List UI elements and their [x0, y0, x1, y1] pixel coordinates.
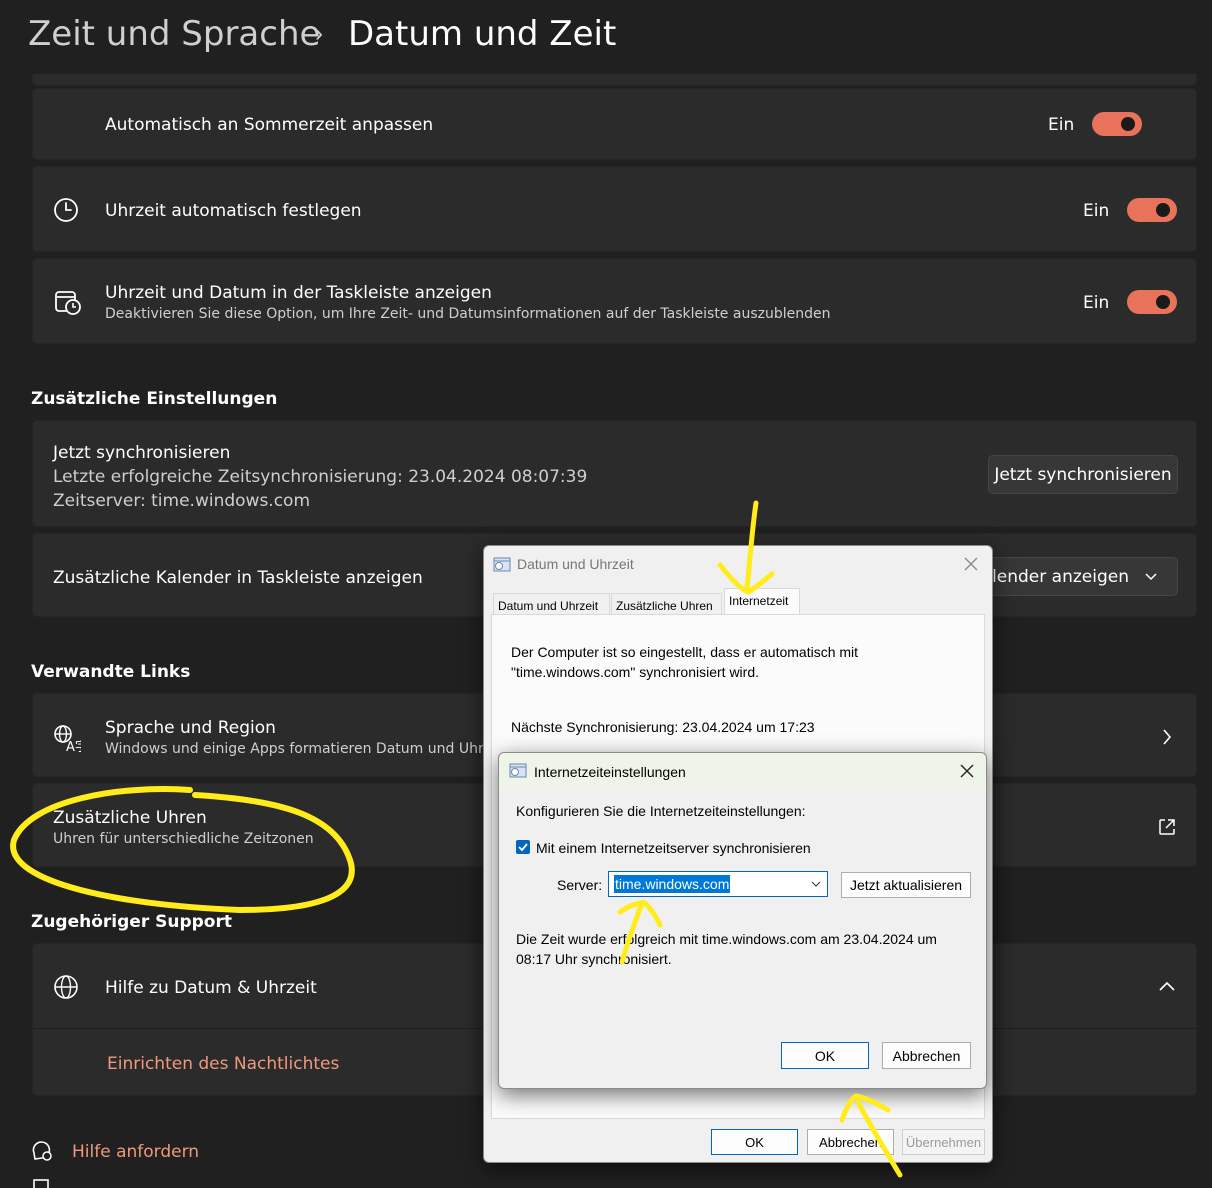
datetime-cancel-button[interactable]: Abbrechen	[807, 1129, 894, 1155]
dst-toggle[interactable]	[1092, 112, 1142, 136]
next-sync: Nächste Synchronisierung: 23.04.2024 um …	[511, 719, 815, 735]
auto-time-toggle[interactable]	[1127, 198, 1177, 222]
datetime-app-icon	[493, 557, 511, 572]
internet-time-app-icon	[509, 763, 527, 778]
sync-checkbox[interactable]	[516, 840, 530, 854]
support-heading: Zugehöriger Support	[31, 912, 232, 932]
breadcrumb-separator: ›	[315, 20, 323, 47]
result-line2: 08:17 Uhr synchronisiert.	[516, 951, 672, 967]
close-icon[interactable]	[960, 764, 974, 778]
svg-text:A字: A字	[66, 740, 81, 752]
sync-card: Jetzt synchronisieren Letzte erfolgreich…	[32, 420, 1197, 527]
result-line1: Die Zeit wurde erfolgreich mit time.wind…	[516, 931, 937, 947]
calendar-clock-icon	[55, 291, 81, 315]
tab-internet-time[interactable]: Internetzeit	[724, 588, 800, 616]
related-heading: Verwandte Links	[31, 662, 191, 682]
close-icon[interactable]	[964, 557, 978, 571]
sync-now-button[interactable]: Jetzt synchronisieren	[988, 455, 1178, 494]
taskbar-state: Ein	[1083, 293, 1110, 313]
clock-icon	[54, 198, 78, 222]
sync-title: Jetzt synchronisieren	[53, 443, 231, 463]
sync-info-line2: "time.windows.com" synchronisiert wird.	[511, 664, 760, 680]
taskbar-toggle[interactable]	[1127, 290, 1177, 314]
auto-time-state: Ein	[1083, 201, 1110, 221]
auto-time-title: Uhrzeit automatisch festlegen	[105, 201, 362, 221]
globe-icon	[54, 975, 78, 999]
chevron-right-icon	[1163, 729, 1172, 745]
datetime-apply-button[interactable]: Übernehmen	[902, 1129, 985, 1155]
page-title: Datum und Zeit	[348, 14, 617, 54]
help-person-icon	[32, 1141, 52, 1161]
taskbar-card: Uhrzeit und Datum in der Taskleiste anze…	[32, 258, 1197, 344]
language-subtitle: Windows und einige Apps formatieren Datu…	[105, 741, 492, 757]
taskbar-title: Uhrzeit und Datum in der Taskleiste anze…	[105, 283, 492, 303]
sync-info-line1: Der Computer ist so eingestellt, dass er…	[511, 644, 859, 660]
calendar-dropdown-label: Kalender anzeigen	[970, 566, 1129, 587]
tab-date-time[interactable]: Datum und Uhrzeit	[493, 593, 610, 615]
server-value: time.windows.com	[614, 875, 731, 893]
sync-checkbox-label: Mit einem Internetzeitserver synchronisi…	[536, 840, 811, 856]
internet-cancel-button[interactable]: Abbrechen	[882, 1042, 971, 1069]
night-light-link[interactable]: Einrichten des Nachtlichtes	[107, 1054, 339, 1074]
additional-heading: Zusätzliche Einstellungen	[31, 389, 278, 409]
calendar-title: Zusätzliche Kalender in Taskleiste anzei…	[53, 568, 423, 588]
server-combobox[interactable]: time.windows.com	[608, 871, 828, 897]
dst-card: Automatisch an Sommerzeit anpassen Ein	[32, 88, 1197, 160]
get-help-link[interactable]: Hilfe anfordern	[72, 1142, 199, 1162]
tab-additional-clocks[interactable]: Zusätzliche Uhren	[611, 593, 722, 615]
language-icon: A字	[54, 725, 81, 752]
config-intro: Konfigurieren Sie die Internetzeiteinste…	[516, 803, 806, 819]
help-title[interactable]: Hilfe zu Datum & Uhrzeit	[105, 978, 317, 998]
datetime-ok-button[interactable]: OK	[711, 1129, 798, 1155]
sync-last: Letzte erfolgreiche Zeitsynchronisierung…	[53, 467, 588, 487]
breadcrumb-parent[interactable]: Zeit und Sprache	[28, 14, 320, 54]
feedback-icon	[33, 1179, 49, 1188]
internet-time-dialog: Internetzeiteinstellungen Konfigurieren …	[498, 752, 987, 1089]
internet-ok-button[interactable]: OK	[781, 1042, 869, 1069]
taskbar-subtitle: Deaktivieren Sie diese Option, um Ihre Z…	[105, 306, 831, 322]
internet-time-title: Internetzeiteinstellungen	[534, 764, 686, 780]
clocks-title: Zusätzliche Uhren	[53, 808, 207, 828]
checkmark-icon	[518, 843, 528, 852]
datetime-dialog-title: Datum und Uhrzeit	[517, 556, 634, 572]
calendar-dropdown[interactable]: Kalender anzeigen	[963, 557, 1178, 596]
chevron-down-icon	[1145, 572, 1157, 580]
dst-title: Automatisch an Sommerzeit anpassen	[105, 115, 434, 135]
external-link-icon	[1159, 819, 1175, 835]
clocks-subtitle: Uhren für unterschiedliche Zeitzonen	[53, 831, 314, 847]
language-title: Sprache und Region	[105, 718, 276, 738]
server-label: Server:	[557, 877, 603, 893]
sync-server: Zeitserver: time.windows.com	[53, 491, 311, 511]
chevron-up-icon[interactable]	[1159, 981, 1175, 991]
dst-state: Ein	[1048, 115, 1075, 135]
auto-time-card: Uhrzeit automatisch festlegen Ein	[32, 166, 1197, 252]
update-now-button[interactable]: Jetzt aktualisieren	[841, 872, 971, 898]
clipped-card	[32, 74, 1197, 86]
chevron-down-icon[interactable]	[811, 881, 821, 888]
